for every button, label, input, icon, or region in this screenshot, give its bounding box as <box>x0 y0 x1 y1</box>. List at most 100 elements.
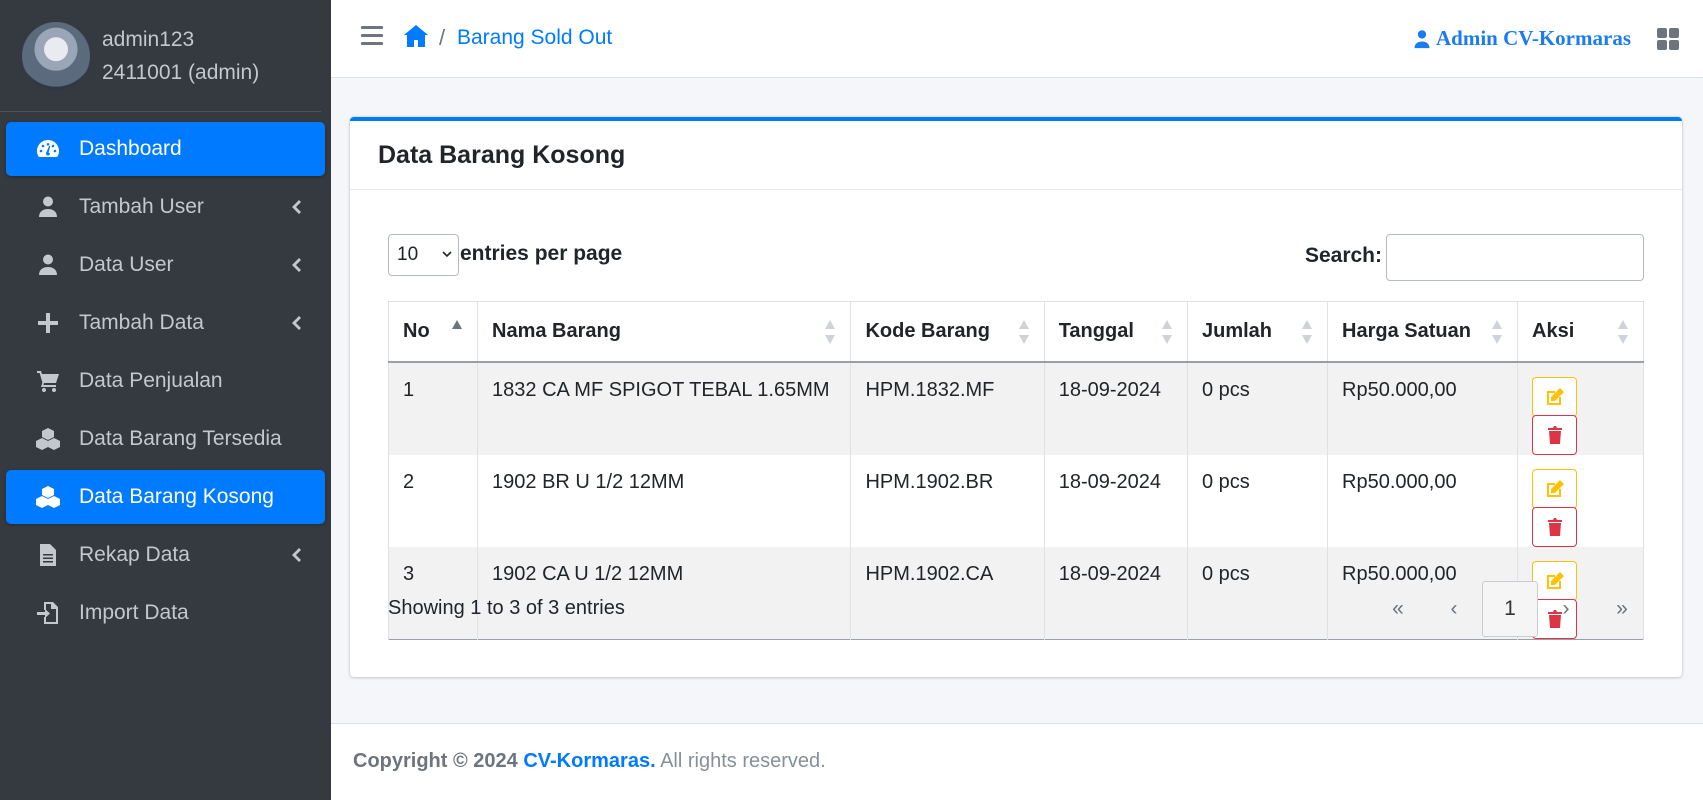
sidebar-item-data-penjualan[interactable]: Data Penjualan <box>6 354 325 408</box>
sidebar-item-import-data[interactable]: Import Data <box>6 586 325 640</box>
sidebar-item-data-barang-tersedia[interactable]: Data Barang Tersedia <box>6 412 325 466</box>
user-info: admin123 2411001 (admin) <box>102 23 259 89</box>
sidebar-item-tambah-data[interactable]: Tambah Data <box>6 296 325 350</box>
trash-icon <box>1547 425 1562 444</box>
sidebar-item-data-barang-kosong[interactable]: Data Barang Kosong <box>6 470 325 524</box>
cell-nama-barang: 1902 BR U 1/2 12MM <box>477 454 851 547</box>
sidebar-item-label: Tambah User <box>79 195 204 218</box>
sort-icon <box>1018 319 1030 345</box>
sidebar-item-dashboard[interactable]: Dashboard <box>6 122 325 176</box>
sidebar-item-tambah-user[interactable]: Tambah User <box>6 180 325 234</box>
cell-aksi <box>1517 361 1644 455</box>
pagination: « ‹ 1 › » <box>1370 581 1650 637</box>
sort-icon <box>1617 319 1629 345</box>
cell-jumlah: 0 pcs <box>1186 546 1328 639</box>
edit-button[interactable] <box>1532 468 1578 509</box>
tachometer-icon <box>33 137 63 161</box>
pagination-page-1[interactable]: 1 <box>1482 581 1538 637</box>
pagination-last[interactable]: » <box>1594 581 1650 637</box>
table-info: Showing 1 to 3 of 3 entries <box>388 597 625 619</box>
top-navbar: / Barang Sold Out Admin CV-Kormaras <box>331 0 1703 78</box>
chevron-left-icon <box>289 196 303 218</box>
column-header-tanggal[interactable]: Tanggal <box>1043 301 1188 362</box>
breadcrumb-current[interactable]: Barang Sold Out <box>457 26 612 50</box>
sidebar-item-label: Data Penjualan <box>79 369 223 392</box>
user-tie-icon <box>33 195 63 219</box>
sort-asc-icon <box>451 319 463 345</box>
sidebar-item-label: Tambah Data <box>79 311 204 334</box>
column-header-harga-satuan[interactable]: Harga Satuan <box>1327 301 1518 362</box>
file-alt-icon <box>33 543 63 567</box>
cell-tanggal: 18-09-2024 <box>1043 454 1188 547</box>
sidebar-item-data-user[interactable]: Data User <box>6 238 325 292</box>
pagination-next[interactable]: › <box>1538 581 1594 637</box>
sidebar-item-rekap-data[interactable]: Rekap Data <box>6 528 325 582</box>
table-header-row: No Nama Barang Kode Barang Tanggal Jumla… <box>387 301 1644 362</box>
column-header-nama-barang[interactable]: Nama Barang <box>477 301 851 362</box>
cell-tanggal: 18-09-2024 <box>1043 361 1188 455</box>
cell-kode-barang: HPM.1832.MF <box>850 361 1045 455</box>
column-header-kode-barang[interactable]: Kode Barang <box>850 301 1045 362</box>
chevron-down-icon <box>442 251 452 258</box>
admin-profile-link[interactable]: Admin CV-Kormaras <box>1412 26 1631 51</box>
column-header-jumlah[interactable]: Jumlah <box>1186 301 1328 362</box>
cell-jumlah: 0 pcs <box>1186 454 1328 547</box>
file-import-icon <box>33 601 63 625</box>
cell-no: 1 <box>387 361 478 455</box>
sidebar-item-label: Data User <box>79 253 174 276</box>
delete-button[interactable] <box>1532 414 1578 455</box>
search-label: Search: <box>1304 244 1382 267</box>
app-root: admin123 2411001 (admin) Dashboard Tamba… <box>0 0 1703 800</box>
user-name[interactable]: admin123 <box>102 23 259 56</box>
data-card: Data Barang Kosong 10 entries per page S… <box>350 117 1682 677</box>
column-header-aksi[interactable]: Aksi <box>1517 301 1644 362</box>
admin-label: Admin CV-Kormaras <box>1435 26 1631 50</box>
footer-copyright: Copyright © 2024 <box>353 750 518 772</box>
cubes-icon <box>33 427 63 451</box>
hamburger-menu-icon[interactable] <box>361 26 383 46</box>
cell-tanggal: 18-09-2024 <box>1043 546 1188 639</box>
sidebar-nav: Dashboard Tambah User Data User Tambah D… <box>0 112 331 640</box>
edit-button[interactable] <box>1532 376 1578 417</box>
sidebar-item-label: Import Data <box>79 601 189 624</box>
entries-per-page-label: entries per page <box>460 242 623 265</box>
chevron-left-icon <box>289 254 303 276</box>
plus-icon <box>33 311 63 335</box>
sidebar-item-label: Data Barang Tersedia <box>79 427 282 450</box>
user-tie-icon <box>1414 29 1430 48</box>
avatar[interactable] <box>22 21 90 90</box>
edit-icon <box>1546 387 1564 405</box>
footer-rights: All rights reserved. <box>660 750 826 772</box>
sort-icon <box>1491 319 1503 345</box>
shopping-cart-icon <box>33 369 63 393</box>
cubes-icon <box>33 485 63 509</box>
card-header: Data Barang Kosong <box>350 121 1682 190</box>
sidebar: admin123 2411001 (admin) Dashboard Tamba… <box>0 0 331 800</box>
card-title: Data Barang Kosong <box>378 141 626 169</box>
sidebar-item-label: Data Barang Kosong <box>79 485 274 508</box>
home-icon[interactable] <box>403 24 429 50</box>
cell-harga-satuan: Rp50.000,00 <box>1327 454 1518 547</box>
chevron-left-icon <box>289 312 303 334</box>
th-large-icon[interactable] <box>1657 28 1679 50</box>
breadcrumb-separator: / <box>439 25 446 50</box>
pagination-prev[interactable]: ‹ <box>1426 581 1482 637</box>
delete-button[interactable] <box>1532 506 1578 547</box>
entries-per-page-select[interactable]: 10 <box>388 234 459 276</box>
sidebar-item-label: Dashboard <box>79 137 182 160</box>
user-panel[interactable]: admin123 2411001 (admin) <box>0 0 321 112</box>
column-header-no[interactable]: No <box>387 301 478 362</box>
cell-no: 3 <box>387 546 478 639</box>
pagination-first[interactable]: « <box>1370 581 1426 637</box>
cell-no: 2 <box>387 454 478 547</box>
footer-brand-link[interactable]: CV-Kormaras. <box>523 750 655 772</box>
cell-kode-barang: HPM.1902.BR <box>850 454 1045 547</box>
chevron-left-icon <box>289 544 303 566</box>
cell-nama-barang: 1832 CA MF SPIGOT TEBAL 1.65MM <box>477 361 851 455</box>
cell-harga-satuan: Rp50.000,00 <box>1327 361 1518 455</box>
footer: Copyright © 2024 CV-Kormaras. All rights… <box>331 723 1703 800</box>
user-id-role: 2411001 (admin) <box>102 60 260 84</box>
user-tie-icon <box>33 253 63 277</box>
search-input[interactable] <box>1386 234 1644 281</box>
sidebar-item-label: Rekap Data <box>79 543 190 566</box>
